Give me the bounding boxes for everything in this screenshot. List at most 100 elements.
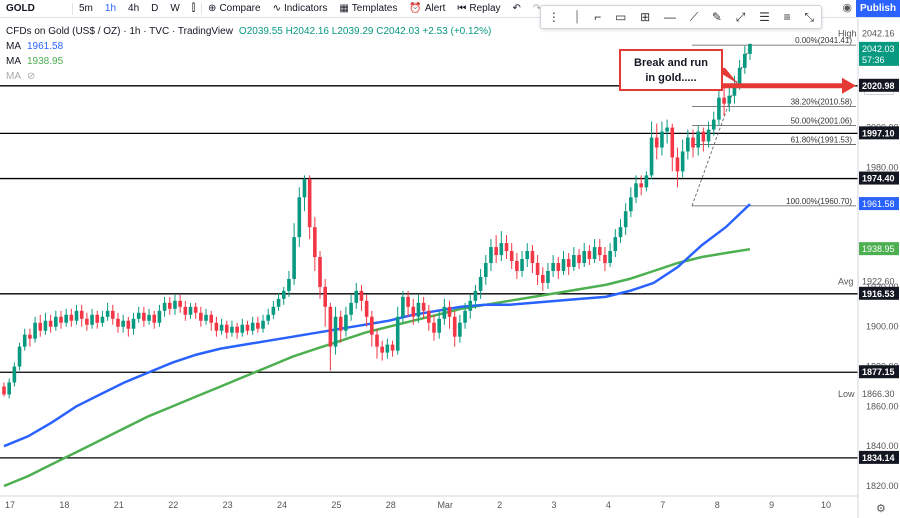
candle-body [644, 175, 649, 188]
price-tag-sublabel: 57:36 [862, 55, 885, 65]
candle-body [634, 183, 638, 198]
candle-body [473, 290, 478, 301]
candle-body [43, 320, 48, 331]
templates-button[interactable]: ▦ Templates [333, 0, 403, 17]
candle-body [608, 251, 612, 263]
candle-body [349, 302, 353, 315]
candle-body [287, 278, 291, 291]
candle-body [597, 247, 602, 256]
publish-button[interactable]: Publish [856, 0, 900, 17]
candle-body [442, 306, 447, 319]
interval-1h[interactable]: 1h [99, 0, 122, 17]
plus-circle-icon: ⊕ [208, 3, 217, 14]
level-tag-label: 1997.10 [862, 128, 895, 138]
candle-body [380, 346, 384, 353]
fib-label: 61.80%(1991.53) [791, 135, 853, 144]
candle-body [743, 53, 747, 68]
candle-body [623, 211, 628, 228]
candle-body [344, 314, 348, 331]
symbol-name[interactable]: GOLD [0, 0, 72, 17]
candle-body [649, 137, 654, 176]
alert-button[interactable]: ⏰ Alert [403, 0, 451, 17]
candle-body [333, 316, 338, 347]
interval-5m[interactable]: 5m [73, 0, 99, 17]
x-tick-label: 17 [5, 500, 15, 510]
candle-body [686, 137, 690, 152]
candle-body [328, 306, 333, 347]
candle-body [468, 300, 473, 311]
candle-body [432, 322, 436, 333]
candle-body [147, 314, 151, 321]
candle-body [696, 131, 700, 148]
candle-body [250, 322, 255, 331]
candle-body [323, 286, 327, 307]
x-tick-label: 3 [551, 500, 556, 510]
x-tick-label: 22 [168, 500, 178, 510]
annotation-line-2: in gold..... [645, 72, 696, 84]
candle-body [691, 137, 695, 148]
x-tick-label: 2 [497, 500, 502, 510]
replay-button[interactable]: ⏮ Replay [451, 0, 506, 17]
candle-body [64, 314, 68, 323]
candle-body [338, 316, 343, 331]
y-tick-label: 1980.00 [866, 162, 899, 172]
candle-body [116, 318, 120, 327]
interval-4h[interactable]: 4h [122, 0, 145, 17]
candle-body [416, 302, 421, 317]
candle-body [509, 251, 514, 262]
candle-body [2, 386, 6, 395]
candle-body [48, 320, 53, 327]
y-tick-label: 1840.00 [866, 441, 899, 451]
candle-body [28, 334, 32, 339]
candle-body [281, 290, 286, 299]
candle-body [577, 255, 581, 263]
interval-d[interactable]: D [145, 0, 164, 17]
undo-button[interactable]: ↶ [507, 0, 527, 17]
candle-body [69, 314, 74, 321]
red-arrow-head [842, 77, 856, 94]
bar-style-button[interactable]: ⫿ [186, 0, 201, 17]
candle-body [79, 310, 84, 319]
camera-icon[interactable]: ◉ [842, 1, 852, 14]
price-chart[interactable]: 0.00%(2041.41)38.20%(2010.58)50.00%(2001… [0, 18, 900, 518]
candle-body [105, 310, 110, 317]
templates-label: Templates [351, 3, 398, 14]
candle-body [737, 67, 742, 84]
candle-body [701, 131, 706, 142]
candle-body [136, 312, 141, 319]
candle-body [178, 300, 182, 307]
interval-w[interactable]: W [164, 0, 185, 17]
candle-body [483, 262, 488, 277]
candle-body [458, 322, 462, 337]
candle-body [370, 316, 374, 335]
x-tick-label: 18 [59, 500, 69, 510]
candle-body [7, 382, 11, 395]
candle-body [603, 255, 607, 263]
candles-icon: ⫿ [191, 3, 196, 14]
candle-body [385, 344, 390, 353]
undo-icon: ↶ [512, 3, 521, 14]
candle-body [535, 262, 540, 275]
candle-body [307, 179, 312, 228]
price-tag-caption: Avg [838, 277, 853, 287]
candle-body [230, 326, 234, 333]
x-tick-label: 7 [660, 500, 665, 510]
compare-button[interactable]: ⊕ Compare [202, 0, 267, 17]
candle-body [629, 197, 633, 212]
fib-label: 50.00%(2001.06) [791, 116, 853, 125]
price-tag-caption: Low [838, 389, 855, 399]
candle-body [504, 243, 509, 252]
indicators-button[interactable]: ∿ Indicators [267, 0, 334, 17]
level-tag-label: 1834.14 [862, 453, 895, 463]
annotation-line-1: Break and run [634, 57, 708, 69]
fib-label: 100.00%(1960.70) [786, 197, 852, 206]
price-tag-label: 2042.03 [862, 44, 895, 54]
fib-label: 38.20%(2010.58) [791, 98, 853, 107]
candle-body [204, 314, 208, 321]
candle-body [411, 306, 416, 317]
level-tag-label: 1974.40 [862, 174, 895, 184]
candle-body [22, 334, 27, 347]
candle-body [126, 320, 131, 329]
candle-body [711, 119, 716, 130]
candle-body [199, 312, 203, 321]
